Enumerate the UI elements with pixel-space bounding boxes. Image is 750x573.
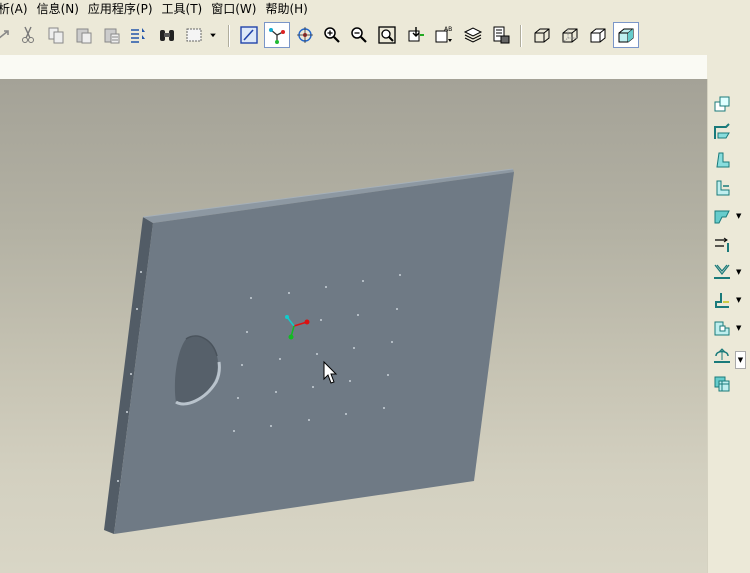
extend-wall-icon[interactable] <box>710 177 734 199</box>
hidden-line-icon[interactable] <box>558 23 582 47</box>
cut-icon[interactable] <box>16 23 40 47</box>
toolbar-separator <box>228 25 230 47</box>
menu-bar: 析(A) 信息(N) 应用程序(P) 工具(T) 窗口(W) 帮助(H) <box>0 0 750 18</box>
spin-center-icon[interactable] <box>293 23 317 47</box>
main-toolbar: AB <box>0 19 750 55</box>
menu-info[interactable]: 信息(N) <box>37 0 88 18</box>
flat-wall-icon[interactable] <box>710 121 734 143</box>
form-icon[interactable] <box>710 261 734 283</box>
no-hidden-icon[interactable] <box>586 23 610 47</box>
dropdown-arrow-icon[interactable]: ▼ <box>735 351 746 369</box>
toolbar-area-blank <box>0 55 707 79</box>
corner-relief-icon[interactable] <box>710 317 734 339</box>
view-manager-icon[interactable] <box>489 23 513 47</box>
bend-icon[interactable] <box>710 205 734 227</box>
wireframe-icon[interactable] <box>530 23 554 47</box>
dropdown-arrow-icon[interactable] <box>206 23 220 47</box>
dropdown-arrow-icon[interactable]: ▼ <box>736 268 741 276</box>
repaint-icon[interactable] <box>126 23 150 47</box>
conversion-icon[interactable] <box>710 373 734 395</box>
paste-special-icon[interactable] <box>100 23 124 47</box>
flange-wall-icon[interactable] <box>710 149 734 171</box>
menu-help[interactable]: 帮助(H) <box>265 0 316 18</box>
menu-applications[interactable]: 应用程序(P) <box>88 0 162 18</box>
edge-bend-icon[interactable] <box>710 289 734 311</box>
view-toggle-icon[interactable] <box>237 23 261 47</box>
copy-icon[interactable] <box>44 23 68 47</box>
sheetmetal-toolbar: ▼ ▼ ▼ ▼ ▼ <box>707 79 750 573</box>
datum-csys-icon[interactable] <box>264 22 290 48</box>
rip-icon[interactable] <box>710 233 734 255</box>
menu-tools[interactable]: 工具(T) <box>162 0 212 18</box>
sheet-face <box>114 172 514 534</box>
unbend-icon[interactable] <box>710 93 734 115</box>
paste-icon[interactable] <box>72 23 96 47</box>
graphics-window[interactable] <box>0 79 707 573</box>
menu-window[interactable]: 窗口(W) <box>211 0 265 18</box>
flatten-form-icon[interactable] <box>710 345 734 367</box>
dropdown-arrow-icon[interactable]: ▼ <box>736 212 741 220</box>
regenerate-icon[interactable] <box>0 23 16 47</box>
svg-text:AB: AB <box>444 26 452 33</box>
dropdown-arrow-icon[interactable]: ▼ <box>736 324 741 332</box>
toolbar-separator <box>520 25 522 47</box>
orient-icon[interactable] <box>404 23 428 47</box>
dropdown-arrow-icon[interactable]: ▼ <box>736 296 741 304</box>
zoom-in-icon[interactable] <box>320 23 344 47</box>
refit-icon[interactable] <box>375 23 399 47</box>
menu-analysis[interactable]: 析(A) <box>0 0 37 18</box>
select-box-icon[interactable] <box>182 23 206 47</box>
find-icon[interactable] <box>155 23 179 47</box>
saved-views-icon[interactable]: AB <box>432 23 456 47</box>
layers-icon[interactable] <box>461 23 485 47</box>
zoom-out-icon[interactable] <box>347 23 371 47</box>
shading-icon[interactable] <box>613 22 639 48</box>
